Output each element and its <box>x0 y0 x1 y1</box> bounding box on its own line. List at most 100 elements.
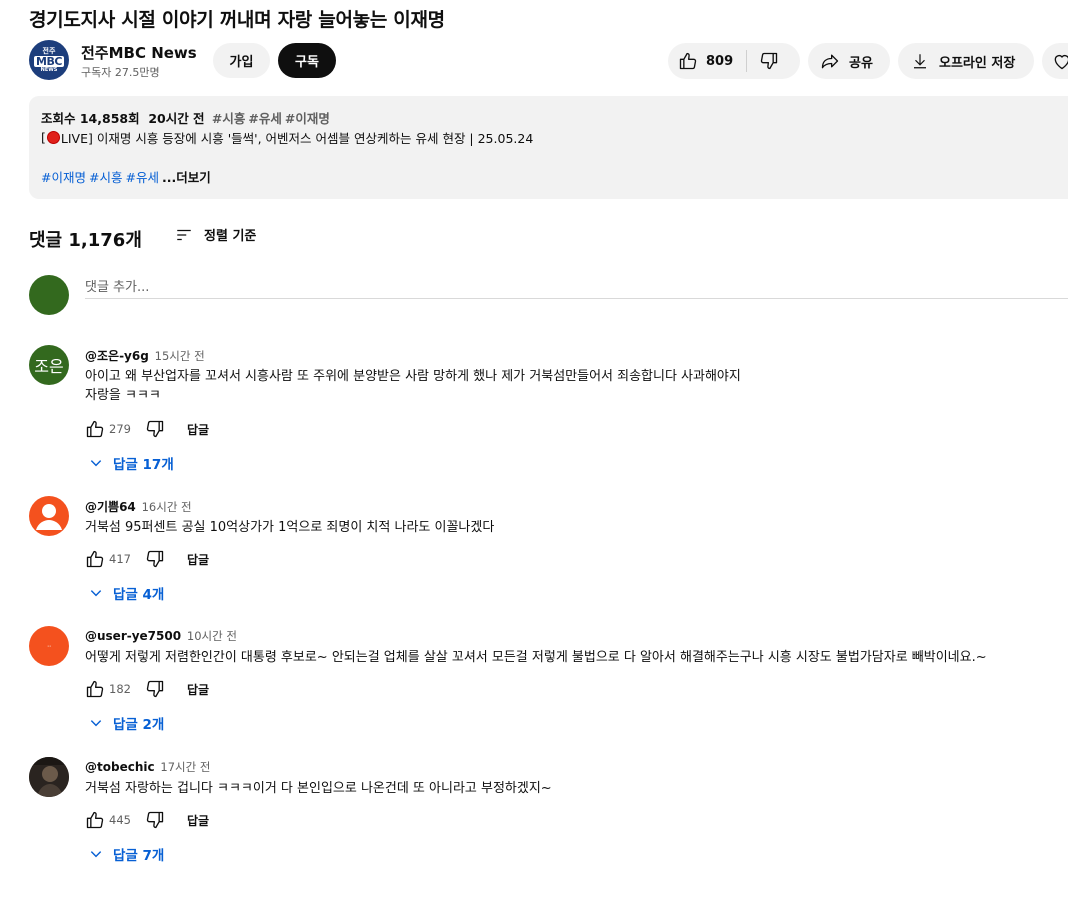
comment-thread: 조은 @조은-y6g 15시간 전 아이고 왜 부산업자를 꼬셔서 시흥사람 또… <box>29 345 1068 475</box>
reply-button[interactable]: 답글 <box>187 812 209 829</box>
comment-thread: @tobechic 17시간 전 거북섬 자랑하는 겁니다 ㅋㅋㅋ이거 다 본인… <box>29 757 1068 887</box>
share-icon <box>821 54 839 69</box>
comment-like-count: 445 <box>109 813 131 827</box>
comment-actions: 417 답글 <box>85 547 209 571</box>
view-replies-button[interactable]: 답글 4개 <box>89 583 164 603</box>
subscribe-button[interactable]: 구독 <box>278 43 336 78</box>
share-label: 공유 <box>849 55 873 71</box>
comment-author[interactable]: @조은-y6g <box>85 349 149 363</box>
comment-actions: 182 답글 <box>85 677 209 701</box>
comment-like-count: 279 <box>109 422 131 436</box>
thumbs-down-icon[interactable] <box>145 679 165 699</box>
sort-label: 정렬 기준 <box>204 229 257 244</box>
thumbs-up-icon[interactable] <box>85 419 105 439</box>
offline-save-label: 오프라인 저장 <box>939 55 1016 71</box>
meta-hashtag[interactable]: #이재명 <box>285 111 330 126</box>
upload-time: 20시간 전 <box>148 111 205 126</box>
comment-header: @조은-y6g 15시간 전 <box>85 347 205 364</box>
thumbs-down-icon[interactable] <box>145 549 165 569</box>
photo-avatar-icon <box>29 757 69 797</box>
comment-line: 자랑을 ㅋㅋㅋ <box>85 388 161 403</box>
comment-time[interactable]: 10시간 전 <box>187 629 237 643</box>
video-title: 경기도지사 시절 이야기 꺼내며 자랑 늘어놓는 이재명 <box>29 9 445 31</box>
comment-time[interactable]: 15시간 전 <box>155 349 205 363</box>
comment-author[interactable]: @user-ye7500 <box>85 629 181 643</box>
dislike-button[interactable] <box>747 43 779 79</box>
avatar[interactable] <box>29 757 69 797</box>
channel-avatar-top: 전주 <box>42 46 56 55</box>
add-comment-row: 댓글 추가... <box>29 275 1068 315</box>
view-replies-button[interactable]: 답글 2개 <box>89 713 164 733</box>
channel-name[interactable]: 전주MBC News <box>81 42 197 63</box>
offline-save-button[interactable]: 오프라인 저장 <box>898 43 1034 79</box>
reply-button[interactable]: 답글 <box>187 421 209 438</box>
my-avatar <box>29 275 69 315</box>
channel-row: 전주 MBC NEWS 전주MBC News 구독자 27.5만명 가입 구독 … <box>29 40 1068 80</box>
view-replies-button[interactable]: 답글 17개 <box>89 453 174 473</box>
chevron-down-icon <box>90 460 102 467</box>
comment-like-count: 182 <box>109 682 131 696</box>
comment-actions: 445 답글 <box>85 808 209 832</box>
comment-text: 아이고 왜 부산업자를 꼬셔서 시흥사람 또 주위에 분양받은 사람 망하게 했… <box>85 367 741 405</box>
reply-button[interactable]: 답글 <box>187 551 209 568</box>
description-box[interactable]: 조회수 14,858회 20시간 전 #시흥 #유세 #이재명 [LIVE] 이재명… <box>29 96 1068 199</box>
comment-text: 거북섬 자랑하는 겁니다 ㅋㅋㅋ이거 다 본인입으로 나온건데 또 아니라고 부… <box>85 779 552 798</box>
avatar[interactable]: 조은 <box>29 345 69 385</box>
avatar-initials: 조은 <box>34 357 64 376</box>
chevron-down-icon <box>90 590 102 597</box>
comment-line: 거북섬 95퍼센트 공실 10억상가가 1억으로 죄명이 치적 나라도 이꼴나겠… <box>85 520 495 535</box>
description-bracket: [ <box>41 130 46 145</box>
comments-header: 댓글 1,176개 정렬 기준 <box>29 225 429 251</box>
replies-label: 답글 4개 <box>113 587 165 603</box>
description-meta: 조회수 14,858회 20시간 전 #시흥 #유세 #이재명 <box>41 108 330 127</box>
live-red-circle-icon <box>46 131 60 144</box>
view-replies-button[interactable]: 답글 7개 <box>89 844 164 864</box>
add-comment-input[interactable]: 댓글 추가... <box>85 275 1068 299</box>
like-button[interactable]: 809 <box>668 43 733 79</box>
chevron-down-icon <box>90 720 102 727</box>
join-button[interactable]: 가입 <box>213 43 270 78</box>
thumbs-up-icon[interactable] <box>85 549 105 569</box>
comment-line: 거북섬 자랑하는 겁니다 ㅋㅋㅋ이거 다 본인입으로 나온건데 또 아니라고 부… <box>85 781 552 796</box>
reply-button[interactable]: 답글 <box>187 681 209 698</box>
avatar[interactable]: ᐧᐧ <box>29 626 69 666</box>
avatar[interactable] <box>29 496 69 536</box>
subscriber-count: 구독자 27.5만명 <box>81 66 160 79</box>
comment-header: @기쁨64 16시간 전 <box>85 498 192 515</box>
hashtag-link[interactable]: #이재명 <box>41 170 86 185</box>
hashtag-link[interactable]: #유세 <box>125 170 158 185</box>
description-line: LIVE] 이재명 시흥 등장에 시흥 '들썩', 어벤저스 어셈블 연상케하는… <box>60 131 534 146</box>
thumbs-up-icon[interactable] <box>85 679 105 699</box>
chevron-down-icon <box>90 851 102 858</box>
hashtag-link[interactable]: #시흥 <box>89 170 122 185</box>
comment-author[interactable]: @tobechic <box>85 760 155 774</box>
comment-thread: @기쁨64 16시간 전 거북섬 95퍼센트 공실 10억상가가 1억으로 죄명… <box>29 496 1068 626</box>
share-button[interactable]: 공유 <box>808 43 890 79</box>
comment-line: 어떻게 저렇게 저렴한인간이 대통령 후보로~ 안되는걸 업체를 살살 꼬셔서 … <box>85 650 987 665</box>
comment-thread: ᐧᐧ @user-ye7500 10시간 전 어떻게 저렇게 저렴한인간이 대통… <box>29 626 1068 756</box>
replies-label: 답글 17개 <box>113 457 174 473</box>
thumbs-down-icon[interactable] <box>145 419 165 439</box>
thanks-button[interactable] <box>1042 43 1068 79</box>
thumbs-down-icon[interactable] <box>145 810 165 830</box>
comment-text: 거북섬 95퍼센트 공실 10억상가가 1억으로 죄명이 치적 나라도 이꼴나겠… <box>85 518 494 537</box>
comment-time[interactable]: 17시간 전 <box>160 760 210 774</box>
channel-avatar[interactable]: 전주 MBC NEWS <box>29 40 69 80</box>
comment-header: @user-ye7500 10시간 전 <box>85 628 237 644</box>
comment-author[interactable]: @기쁨64 <box>85 500 136 514</box>
default-user-icon <box>36 504 62 530</box>
comment-time[interactable]: 16시간 전 <box>142 500 192 514</box>
heart-dollar-icon <box>1054 54 1068 70</box>
meta-hashtag[interactable]: #유세 <box>248 111 281 126</box>
description-text: [ LIVE] 이재명 시흥 등장에 시흥 '들썩', 어벤저스 어셈블 연상케하… <box>41 128 533 147</box>
thumbs-up-icon[interactable] <box>85 810 105 830</box>
show-more-link[interactable]: ...더보기 <box>162 170 211 185</box>
comment-line: 아이고 왜 부산업자를 꼬셔서 시흥사람 또 주위에 분양받은 사람 망하게 했… <box>85 369 741 384</box>
thumbs-down-icon <box>760 52 778 70</box>
sort-button[interactable]: 정렬 기준 <box>174 225 256 244</box>
meta-hashtag[interactable]: #시흥 <box>212 111 245 126</box>
comment-header: @tobechic 17시간 전 <box>85 759 210 775</box>
replies-label: 답글 2개 <box>113 717 165 733</box>
channel-avatar-logo: MBC <box>34 54 64 68</box>
comment-count: 댓글 1,176개 <box>29 230 142 251</box>
